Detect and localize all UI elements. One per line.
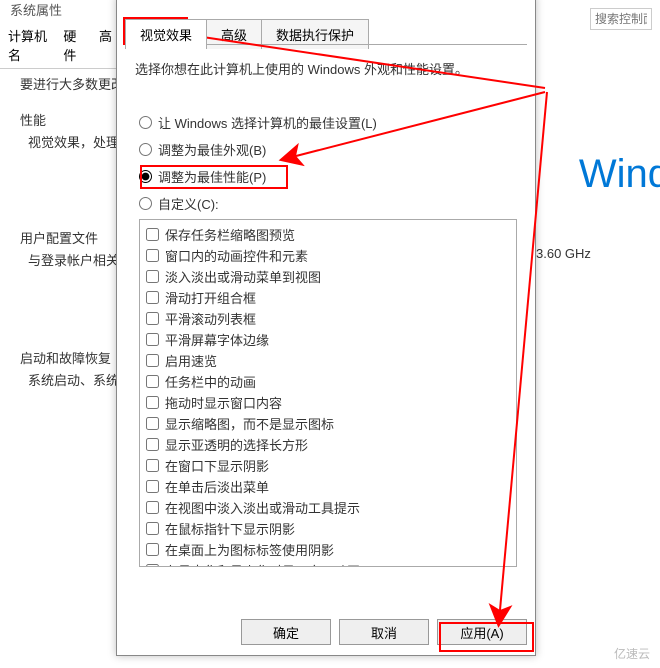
check-box-7[interactable] [146, 375, 159, 388]
check-box-3[interactable] [146, 291, 159, 304]
bg-start-heading: 启动和故障恢复 [20, 348, 111, 367]
check-label-9: 显示缩略图，而不是显示图标 [165, 414, 334, 433]
bg-perf-heading: 性能 [20, 110, 46, 129]
check-row-14[interactable]: 在鼠标指针下显示阴影 [142, 518, 514, 539]
radio-let-windows-label: 让 Windows 选择计算机的最佳设置(L) [158, 113, 377, 132]
check-row-5[interactable]: 平滑屏幕字体边缘 [142, 329, 514, 350]
check-row-9[interactable]: 显示缩略图，而不是显示图标 [142, 413, 514, 434]
watermark: 亿速云 [608, 643, 656, 664]
options-checklist[interactable]: 保存任务栏缩略图预览窗口内的动画控件和元素淡入淡出或滑动菜单到视图滑动打开组合框… [139, 219, 517, 567]
bg-change-text: 要进行大多数更改 [20, 74, 124, 93]
check-row-0[interactable]: 保存任务栏缩略图预览 [142, 224, 514, 245]
check-row-11[interactable]: 在窗口下显示阴影 [142, 455, 514, 476]
radio-let-windows[interactable]: 让 Windows 选择计算机的最佳设置(L) [139, 113, 377, 132]
check-label-0: 保存任务栏缩略图预览 [165, 225, 295, 244]
check-label-1: 窗口内的动画控件和元素 [165, 246, 308, 265]
radio-best-performance-input[interactable] [139, 170, 152, 183]
check-label-2: 淡入淡出或滑动菜单到视图 [165, 267, 321, 286]
tab-visual-effects[interactable]: 视觉效果 [125, 19, 207, 49]
check-label-10: 显示亚透明的选择长方形 [165, 435, 308, 454]
check-row-7[interactable]: 任务栏中的动画 [142, 371, 514, 392]
check-box-1[interactable] [146, 249, 159, 262]
check-box-15[interactable] [146, 543, 159, 556]
radio-custom[interactable]: 自定义(C): [139, 194, 377, 213]
check-row-2[interactable]: 淡入淡出或滑动菜单到视图 [142, 266, 514, 287]
performance-options-dialog: 视觉效果 高级 数据执行保护 选择你想在此计算机上使用的 Windows 外观和… [116, 0, 536, 656]
cancel-button[interactable]: 取消 [339, 619, 429, 645]
dialog-buttons: 确定 取消 应用(A) [117, 619, 535, 645]
radio-best-performance[interactable]: 调整为最佳性能(P) [139, 167, 377, 186]
check-box-12[interactable] [146, 480, 159, 493]
check-box-9[interactable] [146, 417, 159, 430]
check-label-3: 滑动打开组合框 [165, 288, 256, 307]
bg-tab-computer[interactable]: 计算机名 [0, 22, 55, 68]
check-box-0[interactable] [146, 228, 159, 241]
check-box-6[interactable] [146, 354, 159, 367]
check-row-4[interactable]: 平滑滚动列表框 [142, 308, 514, 329]
bg-user-heading: 用户配置文件 [20, 228, 98, 247]
check-label-5: 平滑屏幕字体边缘 [165, 330, 269, 349]
check-row-3[interactable]: 滑动打开组合框 [142, 287, 514, 308]
check-row-8[interactable]: 拖动时显示窗口内容 [142, 392, 514, 413]
check-label-11: 在窗口下显示阴影 [165, 456, 269, 475]
bg-title: 系统属性 [10, 0, 62, 19]
ok-button[interactable]: 确定 [241, 619, 331, 645]
check-box-11[interactable] [146, 459, 159, 472]
radio-group: 让 Windows 选择计算机的最佳设置(L) 调整为最佳外观(B) 调整为最佳… [139, 113, 377, 221]
check-label-12: 在单击后淡出菜单 [165, 477, 269, 496]
check-label-15: 在桌面上为图标标签使用阴影 [165, 540, 334, 559]
radio-best-appearance-label: 调整为最佳外观(B) [158, 140, 266, 159]
radio-best-appearance[interactable]: 调整为最佳外观(B) [139, 140, 377, 159]
check-row-10[interactable]: 显示亚透明的选择长方形 [142, 434, 514, 455]
check-label-7: 任务栏中的动画 [165, 372, 256, 391]
bg-tabs: 计算机名 硬件 高 [0, 22, 120, 69]
check-row-12[interactable]: 在单击后淡出菜单 [142, 476, 514, 497]
check-box-13[interactable] [146, 501, 159, 514]
radio-custom-input[interactable] [139, 197, 152, 210]
radio-best-performance-label: 调整为最佳性能(P) [158, 167, 266, 186]
bg-tab-hardware[interactable]: 硬件 [55, 22, 91, 68]
check-label-13: 在视图中淡入淡出或滑动工具提示 [165, 498, 360, 517]
check-row-15[interactable]: 在桌面上为图标标签使用阴影 [142, 539, 514, 560]
check-box-16[interactable] [146, 564, 159, 567]
radio-custom-label: 自定义(C): [158, 194, 219, 213]
cpu-ghz: 3.60 GHz [536, 246, 591, 261]
check-label-16: 在最大化和最小化时显示窗口动画 [165, 561, 360, 567]
check-row-1[interactable]: 窗口内的动画控件和元素 [142, 245, 514, 266]
check-box-10[interactable] [146, 438, 159, 451]
check-box-4[interactable] [146, 312, 159, 325]
check-label-14: 在鼠标指针下显示阴影 [165, 519, 295, 538]
radio-let-windows-input[interactable] [139, 116, 152, 129]
apply-button[interactable]: 应用(A) [437, 619, 527, 645]
check-row-13[interactable]: 在视图中淡入淡出或滑动工具提示 [142, 497, 514, 518]
check-label-8: 拖动时显示窗口内容 [165, 393, 282, 412]
check-box-2[interactable] [146, 270, 159, 283]
check-box-5[interactable] [146, 333, 159, 346]
check-row-6[interactable]: 启用速览 [142, 350, 514, 371]
check-box-8[interactable] [146, 396, 159, 409]
check-label-4: 平滑滚动列表框 [165, 309, 256, 328]
search-input[interactable] [590, 8, 652, 30]
radio-best-appearance-input[interactable] [139, 143, 152, 156]
windows-logo-text: Wind [579, 152, 660, 197]
dialog-description: 选择你想在此计算机上使用的 Windows 外观和性能设置。 [135, 59, 468, 78]
check-label-6: 启用速览 [165, 351, 217, 370]
check-row-16[interactable]: 在最大化和最小化时显示窗口动画 [142, 560, 514, 567]
check-box-14[interactable] [146, 522, 159, 535]
